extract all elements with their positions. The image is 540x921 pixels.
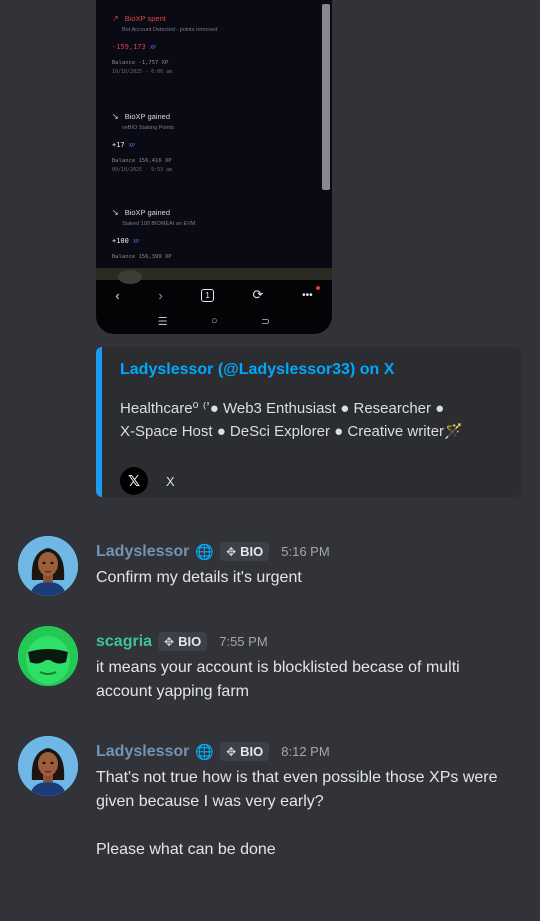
username[interactable]: scagria xyxy=(96,633,152,651)
transaction-date: 10/10/2025 - 6:06 am xyxy=(112,69,173,75)
tag-label: BIO xyxy=(240,544,264,559)
message-content: That's not true how is that even possibl… xyxy=(96,766,516,862)
bio-tag-icon: ✥ xyxy=(226,744,237,759)
message-header: Ladyslessor 🌐 ✥ BIO 5:16 PM xyxy=(96,542,330,561)
chat-message: Ladyslessor 🌐 ✥ BIO 8:12 PM That's not tr… xyxy=(18,736,528,876)
avatar[interactable] xyxy=(18,736,78,796)
embed-title-link[interactable]: Ladyslessor (@Ladyslessor33) on X xyxy=(120,361,394,379)
transaction-item: ↗ BioXP spent Bot Account Detected - poin… xyxy=(112,14,312,75)
transaction-unit: XP xyxy=(133,239,140,245)
notification-dot xyxy=(316,286,320,290)
server-tag-badge[interactable]: ✥ BIO xyxy=(158,632,208,651)
transaction-item: ↘ BioXP gained veBIO Staking Points +17 X… xyxy=(112,112,312,173)
arrow-in-icon: ↘ xyxy=(112,208,119,217)
bio-tag-icon: ✥ xyxy=(226,544,237,559)
message-header: Ladyslessor 🌐 ✥ BIO 8:12 PM xyxy=(96,742,330,761)
browser-nav-bar: ‹ › 1 ⟳ ••• xyxy=(96,280,332,310)
android-system-bar: ☰ ○ ⊃ xyxy=(96,310,332,332)
username[interactable]: Ladyslessor xyxy=(96,743,189,761)
server-tag-badge[interactable]: ✥ BIO xyxy=(220,542,270,561)
timestamp: 8:12 PM xyxy=(281,744,330,759)
chat-message: Ladyslessor 🌐 ✥ BIO 5:16 PM Confirm my de… xyxy=(18,536,528,606)
x-logo-icon: 𝕏 xyxy=(120,467,148,495)
globe-icon: 🌐 xyxy=(195,743,215,761)
message-header: scagria ✥ BIO 7:55 PM xyxy=(96,632,268,651)
tag-label: BIO xyxy=(240,744,264,759)
message-content: it means your account is blocklisted bec… xyxy=(96,656,516,704)
transaction-title: BioXP gained xyxy=(124,112,171,121)
reload-icon: ⟳ xyxy=(252,287,264,302)
timestamp: 7:55 PM xyxy=(219,634,268,649)
message-text: Please what can be done xyxy=(96,841,276,858)
transaction-balance: Balance -1,757 XP xyxy=(112,60,169,66)
message-text: That's not true how is that even possibl… xyxy=(96,769,498,810)
woman-avatar-icon xyxy=(18,736,78,796)
message-text: Confirm my details it's urgent xyxy=(96,569,302,586)
wallet-history-screen: ↗ BioXP spent Bot Account Detected - poin… xyxy=(96,0,332,270)
transaction-amount: -159,173 xyxy=(112,43,146,51)
transaction-balance: Balance 156,399 XP xyxy=(112,254,172,260)
tabs-icon: 1 xyxy=(201,288,214,302)
transaction-balance: Balance 156,416 XP xyxy=(112,158,172,164)
home-icon: ○ xyxy=(210,315,218,327)
arrow-in-icon: ↘ xyxy=(112,112,119,121)
system-back-icon: ⊃ xyxy=(261,315,271,328)
back-chevron-icon: ‹ xyxy=(115,287,120,303)
transaction-title: BioXP spent xyxy=(124,14,166,23)
tag-label: BIO xyxy=(178,634,202,649)
embed-footer: 𝕏 X xyxy=(120,467,175,495)
transaction-unit: XP xyxy=(149,45,156,51)
transaction-unit: XP xyxy=(128,143,135,149)
phone-scrollbar xyxy=(322,4,330,190)
globe-icon: 🌐 xyxy=(195,543,215,561)
transaction-item: ↘ BioXP gained Staked 100 BIOMEAI on EVM … xyxy=(112,208,312,260)
transaction-description: Bot Account Detected - points removed xyxy=(122,27,218,33)
server-tag-badge[interactable]: ✥ BIO xyxy=(220,742,270,761)
green-face-avatar-icon xyxy=(18,626,78,686)
transaction-amount: +17 xyxy=(112,141,125,149)
username[interactable]: Ladyslessor xyxy=(96,543,189,561)
chat-message: scagria ✥ BIO 7:55 PM it means your accou… xyxy=(18,626,528,712)
transaction-description: Staked 100 BIOMEAI on EVM xyxy=(122,221,196,227)
avatar[interactable] xyxy=(18,626,78,686)
arrow-out-icon: ↗ xyxy=(112,14,119,23)
embed-footer-text: X xyxy=(166,473,175,489)
transaction-description: veBIO Staking Points xyxy=(122,125,174,131)
bio-tag-icon: ✥ xyxy=(164,634,175,649)
link-embed-card: Ladyslessor (@Ladyslessor33) on X Health… xyxy=(96,347,522,497)
transaction-amount: +100 xyxy=(112,237,129,245)
transaction-title: BioXP gained xyxy=(124,208,171,217)
transaction-date: 09/10/2025 - 9:53 am xyxy=(112,167,173,173)
message-content: Confirm my details it's urgent xyxy=(96,566,516,590)
embed-description: Healthcare⁰ ⁽ʼ● Web3 Enthusiast ● Resear… xyxy=(120,400,463,440)
avatar[interactable] xyxy=(18,536,78,596)
recents-icon: ☰ xyxy=(157,315,168,328)
timestamp: 5:16 PM xyxy=(281,544,330,559)
forward-chevron-icon: › xyxy=(158,287,163,303)
woman-avatar-icon xyxy=(18,536,78,596)
message-text: it means your account is blocklisted bec… xyxy=(96,659,460,700)
embed-accent-bar xyxy=(96,347,102,497)
menu-dots-icon: ••• xyxy=(302,289,313,301)
phone-bottom-strip xyxy=(96,268,332,284)
attached-screenshot[interactable]: ↗ BioXP spent Bot Account Detected - poin… xyxy=(96,0,332,334)
